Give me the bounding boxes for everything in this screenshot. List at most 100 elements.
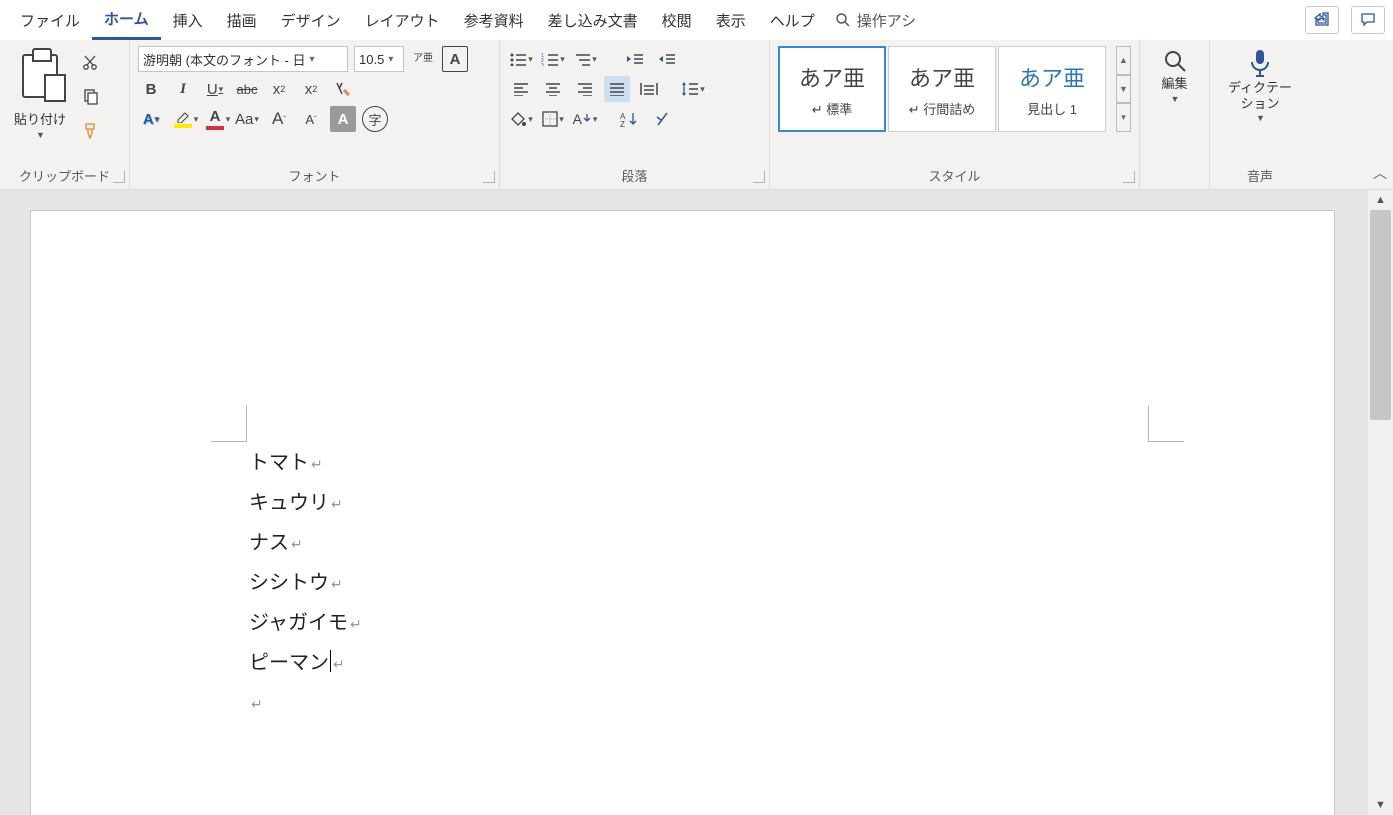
group-label-paragraph: 段落 bbox=[500, 166, 769, 185]
show-marks-button[interactable] bbox=[648, 106, 674, 132]
format-painter-button[interactable] bbox=[78, 118, 104, 144]
numbering-button[interactable]: 123▾ bbox=[540, 46, 566, 72]
change-case-button[interactable]: Aa▾ bbox=[234, 106, 260, 132]
text-effects-button[interactable]: A▾ bbox=[138, 106, 164, 132]
clipboard-launcher[interactable] bbox=[113, 171, 125, 183]
align-right-button[interactable] bbox=[572, 76, 598, 102]
paragraph[interactable]: ピーマン↵ bbox=[249, 643, 362, 683]
styles-gallery-scroll[interactable]: ▲ ▼ ▾ bbox=[1116, 46, 1131, 132]
distributed-button[interactable] bbox=[636, 76, 662, 102]
tell-me-search[interactable]: 操作アシ bbox=[835, 10, 916, 31]
share-button[interactable] bbox=[1305, 6, 1339, 34]
strikethrough-button[interactable]: abc bbox=[234, 76, 260, 102]
tab-design[interactable]: デザイン bbox=[269, 2, 353, 39]
phonetic-guide-button[interactable]: ア亜 bbox=[410, 46, 436, 72]
document-body[interactable]: トマト↵キュウリ↵ナス↵シシトウ↵ジャガイモ↵ピーマン↵ ↵ bbox=[249, 443, 362, 723]
highlighter-icon bbox=[176, 111, 190, 123]
tab-home[interactable]: ホーム bbox=[92, 0, 161, 40]
tab-view[interactable]: 表示 bbox=[704, 2, 758, 39]
ribbon: 貼り付け ▼ クリップボード 游明朝 (本文のフォント - 日▾ bbox=[0, 40, 1393, 190]
tab-references[interactable]: 参考資料 bbox=[452, 2, 536, 39]
increase-indent-button[interactable] bbox=[654, 46, 680, 72]
style-preview: あア亜 bbox=[909, 61, 975, 93]
cut-button[interactable] bbox=[78, 50, 104, 76]
font-name-combo[interactable]: 游明朝 (本文のフォント - 日▾ bbox=[138, 46, 348, 72]
tab-file[interactable]: ファイル bbox=[8, 2, 92, 39]
paragraph-mark-icon: ↵ bbox=[251, 696, 263, 712]
collapse-ribbon-button[interactable]: ︿ bbox=[1373, 163, 1387, 183]
gallery-up-icon[interactable]: ▲ bbox=[1116, 46, 1131, 75]
scroll-thumb[interactable] bbox=[1370, 210, 1391, 420]
tab-mailings[interactable]: 差し込み文書 bbox=[536, 2, 650, 39]
page[interactable]: トマト↵キュウリ↵ナス↵シシトウ↵ジャガイモ↵ピーマン↵ ↵ bbox=[30, 210, 1335, 815]
underline-button[interactable]: U▾ bbox=[202, 76, 228, 102]
dictate-button[interactable]: ディクテーション ▼ bbox=[1218, 46, 1302, 166]
bullets-button[interactable]: ▾ bbox=[508, 46, 534, 72]
paragraph-launcher[interactable] bbox=[753, 171, 765, 183]
gallery-more-icon[interactable]: ▾ bbox=[1116, 103, 1131, 132]
style-item-normal[interactable]: あア亜 ↵ 標準 bbox=[778, 46, 886, 132]
font-size-combo[interactable]: 10.5▾ bbox=[354, 46, 404, 72]
italic-button[interactable]: I bbox=[170, 76, 196, 102]
bold-button[interactable]: B bbox=[138, 76, 164, 102]
sort-button[interactable]: AZ bbox=[616, 106, 642, 132]
scroll-up-button[interactable]: ▲ bbox=[1368, 190, 1393, 210]
comment-icon bbox=[1360, 12, 1376, 28]
tab-layout[interactable]: レイアウト bbox=[353, 2, 452, 39]
style-item-nospacing[interactable]: あア亜 ↵ 行間詰め bbox=[888, 46, 996, 132]
scissors-icon bbox=[82, 54, 100, 72]
copy-button[interactable] bbox=[78, 84, 104, 110]
style-preview: あア亜 bbox=[1019, 61, 1085, 93]
paint-bucket-icon bbox=[509, 111, 527, 127]
paragraph[interactable]: ナス↵ bbox=[249, 523, 362, 563]
styles-launcher[interactable] bbox=[1123, 171, 1135, 183]
scroll-down-button[interactable]: ▼ bbox=[1368, 795, 1393, 815]
align-left-button[interactable] bbox=[508, 76, 534, 102]
group-voice: ディクテーション ▼ 音声 bbox=[1210, 40, 1310, 189]
grow-font-button[interactable]: Aˆ bbox=[266, 106, 292, 132]
group-label-clipboard: クリップボード bbox=[0, 166, 129, 185]
line-spacing-icon bbox=[681, 81, 699, 97]
clear-formatting-button[interactable] bbox=[330, 76, 356, 102]
number-list-icon: 123 bbox=[541, 52, 559, 66]
distributed-icon bbox=[640, 82, 658, 96]
character-border-button[interactable]: A bbox=[442, 46, 468, 72]
character-shading-button[interactable]: A bbox=[330, 106, 356, 132]
style-item-heading1[interactable]: あア亜 見出し 1 bbox=[998, 46, 1106, 132]
group-label-font: フォント bbox=[130, 166, 499, 185]
tab-review[interactable]: 校閲 bbox=[650, 2, 704, 39]
tab-draw[interactable]: 描画 bbox=[215, 2, 269, 39]
vertical-scrollbar[interactable]: ▲ ▼ bbox=[1368, 190, 1393, 815]
align-center-button[interactable] bbox=[540, 76, 566, 102]
highlight-button[interactable]: ▾ bbox=[170, 106, 196, 132]
paste-button[interactable]: 貼り付け ▼ bbox=[8, 46, 72, 166]
tab-help[interactable]: ヘルプ bbox=[758, 2, 827, 39]
group-label-voice: 音声 bbox=[1210, 166, 1310, 185]
shrink-font-button[interactable]: Aˇ bbox=[298, 106, 324, 132]
subscript-button[interactable]: x2 bbox=[266, 76, 292, 102]
font-launcher[interactable] bbox=[483, 171, 495, 183]
line-spacing-button[interactable]: ▾ bbox=[680, 76, 706, 102]
paragraph[interactable]: シシトウ↵ bbox=[249, 563, 362, 603]
text-direction-button[interactable]: A▾ bbox=[572, 106, 598, 132]
scroll-track[interactable] bbox=[1368, 210, 1393, 795]
comments-button[interactable] bbox=[1351, 6, 1385, 34]
tell-me-placeholder: 操作アシ bbox=[857, 10, 916, 31]
multilevel-list-button[interactable]: ▾ bbox=[572, 46, 598, 72]
borders-button[interactable]: ▾ bbox=[540, 106, 566, 132]
justify-button[interactable] bbox=[604, 76, 630, 102]
superscript-button[interactable]: x2 bbox=[298, 76, 324, 102]
styles-gallery[interactable]: あア亜 ↵ 標準 あア亜 ↵ 行間詰め あア亜 見出し 1 bbox=[778, 46, 1106, 132]
brush-icon bbox=[82, 122, 100, 140]
share-icon bbox=[1314, 12, 1330, 28]
font-color-button[interactable]: A▾ bbox=[202, 106, 228, 132]
enclose-characters-button[interactable]: 字 bbox=[362, 106, 388, 132]
decrease-indent-button[interactable] bbox=[622, 46, 648, 72]
paragraph[interactable]: トマト↵ bbox=[249, 443, 362, 483]
gallery-down-icon[interactable]: ▼ bbox=[1116, 75, 1131, 104]
paragraph[interactable]: キュウリ↵ bbox=[249, 483, 362, 523]
tab-insert[interactable]: 挿入 bbox=[161, 2, 215, 39]
shading-button[interactable]: ▾ bbox=[508, 106, 534, 132]
paragraph[interactable]: ジャガイモ↵ bbox=[249, 603, 362, 643]
find-replace-button[interactable]: 編集 ▼ bbox=[1148, 46, 1201, 166]
